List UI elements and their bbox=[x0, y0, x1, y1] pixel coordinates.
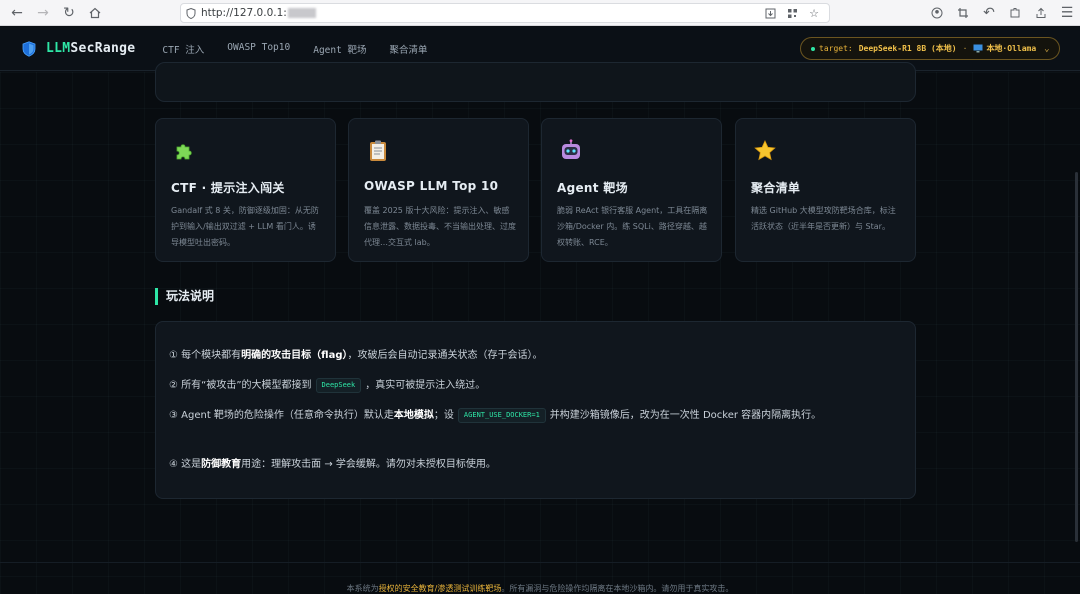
code-chip: DeepSeek bbox=[315, 377, 362, 393]
menu-icon[interactable]: ☰ bbox=[1054, 0, 1080, 26]
undo-icon[interactable]: ↶ bbox=[976, 0, 1002, 26]
nav-list[interactable]: 聚合清单 bbox=[390, 42, 428, 56]
nav-owasp[interactable]: OWASP Top10 bbox=[227, 42, 290, 56]
extensions-icon[interactable] bbox=[1002, 0, 1028, 26]
robot-icon bbox=[562, 139, 580, 159]
module-card-ctf[interactable]: CTF · 提示注入闯关 Gandalf 式 8 关，防御逐级加固：从无防护到输… bbox=[155, 118, 336, 262]
url-text: http://127.0.0.1: bbox=[201, 7, 287, 19]
rule-item: ③ Agent 靶场的危险操作（任意命令执行）默认走本地模拟；设 AGENT_US… bbox=[169, 407, 894, 425]
shield-logo-icon bbox=[22, 40, 36, 57]
rule-item: ① 每个模块都有明确的攻击目标（flag），攻破后会自动记录通关状态（存于会话）… bbox=[169, 350, 543, 361]
card-desc: 覆盖 2025 版十大风险：提示注入、敏感信息泄露、数据投毒、不当输出处理、过度… bbox=[364, 206, 516, 247]
back-icon[interactable]: ← bbox=[4, 0, 30, 26]
module-card-owasp[interactable]: OWASP LLM Top 10 覆盖 2025 版十大风险：提示注入、敏感信息… bbox=[348, 118, 529, 262]
account-icon[interactable] bbox=[924, 0, 950, 26]
computer-icon bbox=[973, 44, 983, 53]
card-title: OWASP LLM Top 10 bbox=[364, 179, 499, 193]
reload-icon[interactable]: ↻ bbox=[56, 0, 82, 26]
hero-card bbox=[155, 62, 916, 102]
module-card-agent[interactable]: Agent 靶场 脆弱 ReAct 银行客服 Agent，工具在隔离沙箱/Doc… bbox=[541, 118, 722, 262]
clipboard-icon bbox=[370, 140, 386, 161]
card-title: 聚合清单 bbox=[751, 181, 801, 195]
crop-icon[interactable] bbox=[950, 0, 976, 26]
chevron-down-icon: ⌄ bbox=[1044, 43, 1050, 54]
puzzle-icon bbox=[176, 144, 192, 160]
target-source: 本地·Ollama bbox=[986, 44, 1037, 53]
target-selector[interactable]: target: DeepSeek-R1 8B (本地) · 本地·Ollama … bbox=[800, 37, 1060, 60]
nav-ctf[interactable]: CTF 注入 bbox=[162, 42, 204, 56]
app-logo[interactable]: LLMSecRange bbox=[46, 41, 135, 56]
download-icon[interactable] bbox=[759, 5, 781, 22]
card-desc: 脆弱 ReAct 银行客服 Agent，工具在隔离沙箱/Docker 内。练 S… bbox=[557, 206, 708, 247]
card-desc: 精选 GitHub 大模型攻防靶场合库，标注活跃状态（近半年是否更新）与 Sta… bbox=[751, 206, 896, 231]
star-icon[interactable]: ☆ bbox=[803, 5, 825, 22]
rule-item: ④ 这是防御教育用途：理解攻击面 → 学会缓解。请勿对未授权目标使用。 bbox=[169, 459, 496, 470]
code-chip: AGENT_USE_DOCKER=1 bbox=[457, 407, 546, 423]
card-title: Agent 靶场 bbox=[557, 181, 628, 195]
browser-toolbar: ← → ↻ http://127.0.0.1: ☆ ↶ ☰ bbox=[0, 0, 1080, 26]
qr-icon[interactable] bbox=[781, 5, 803, 22]
card-desc: Gandalf 式 8 关，防御逐级加固：从无防护到输入/输出双过滤 + LLM… bbox=[171, 206, 319, 247]
forward-icon[interactable]: → bbox=[30, 0, 56, 26]
star-icon bbox=[754, 140, 776, 161]
shield-icon[interactable] bbox=[181, 7, 201, 19]
scrollbar[interactable] bbox=[1075, 172, 1078, 542]
page-footer: 本系统为授权的安全教育/渗透测试训练靶场。所有漏洞与危险操作均隔离在本地沙箱内。… bbox=[0, 562, 1080, 594]
section-title: 玩法说明 bbox=[155, 288, 214, 305]
target-label: target: bbox=[819, 44, 853, 53]
main-content: CTF · 提示注入闯关 Gandalf 式 8 关，防御逐级加固：从无防护到输… bbox=[0, 62, 1080, 594]
url-redaction bbox=[287, 8, 316, 18]
target-model: DeepSeek-R1 8B (本地) bbox=[858, 44, 957, 53]
top-nav: CTF 注入 OWASP Top10 Agent 靶场 聚合清单 bbox=[162, 42, 450, 56]
nav-agent[interactable]: Agent 靶场 bbox=[313, 42, 366, 56]
share-icon[interactable] bbox=[1028, 0, 1054, 26]
rules-card: ① 每个模块都有明确的攻击目标（flag），攻破后会自动记录通关状态（存于会话）… bbox=[155, 321, 916, 499]
address-bar[interactable]: http://127.0.0.1: ☆ bbox=[180, 3, 830, 23]
status-dot bbox=[811, 46, 815, 51]
target-separator: · bbox=[962, 44, 968, 53]
module-card-list[interactable]: 聚合清单 精选 GitHub 大模型攻防靶场合库，标注活跃状态（近半年是否更新）… bbox=[735, 118, 916, 262]
card-title: CTF · 提示注入闯关 bbox=[171, 181, 285, 195]
rule-item: ② 所有“被攻击”的大模型都接到 DeepSeek ，真实可被提示注入绕过。 bbox=[169, 377, 894, 395]
home-icon[interactable] bbox=[82, 0, 108, 26]
